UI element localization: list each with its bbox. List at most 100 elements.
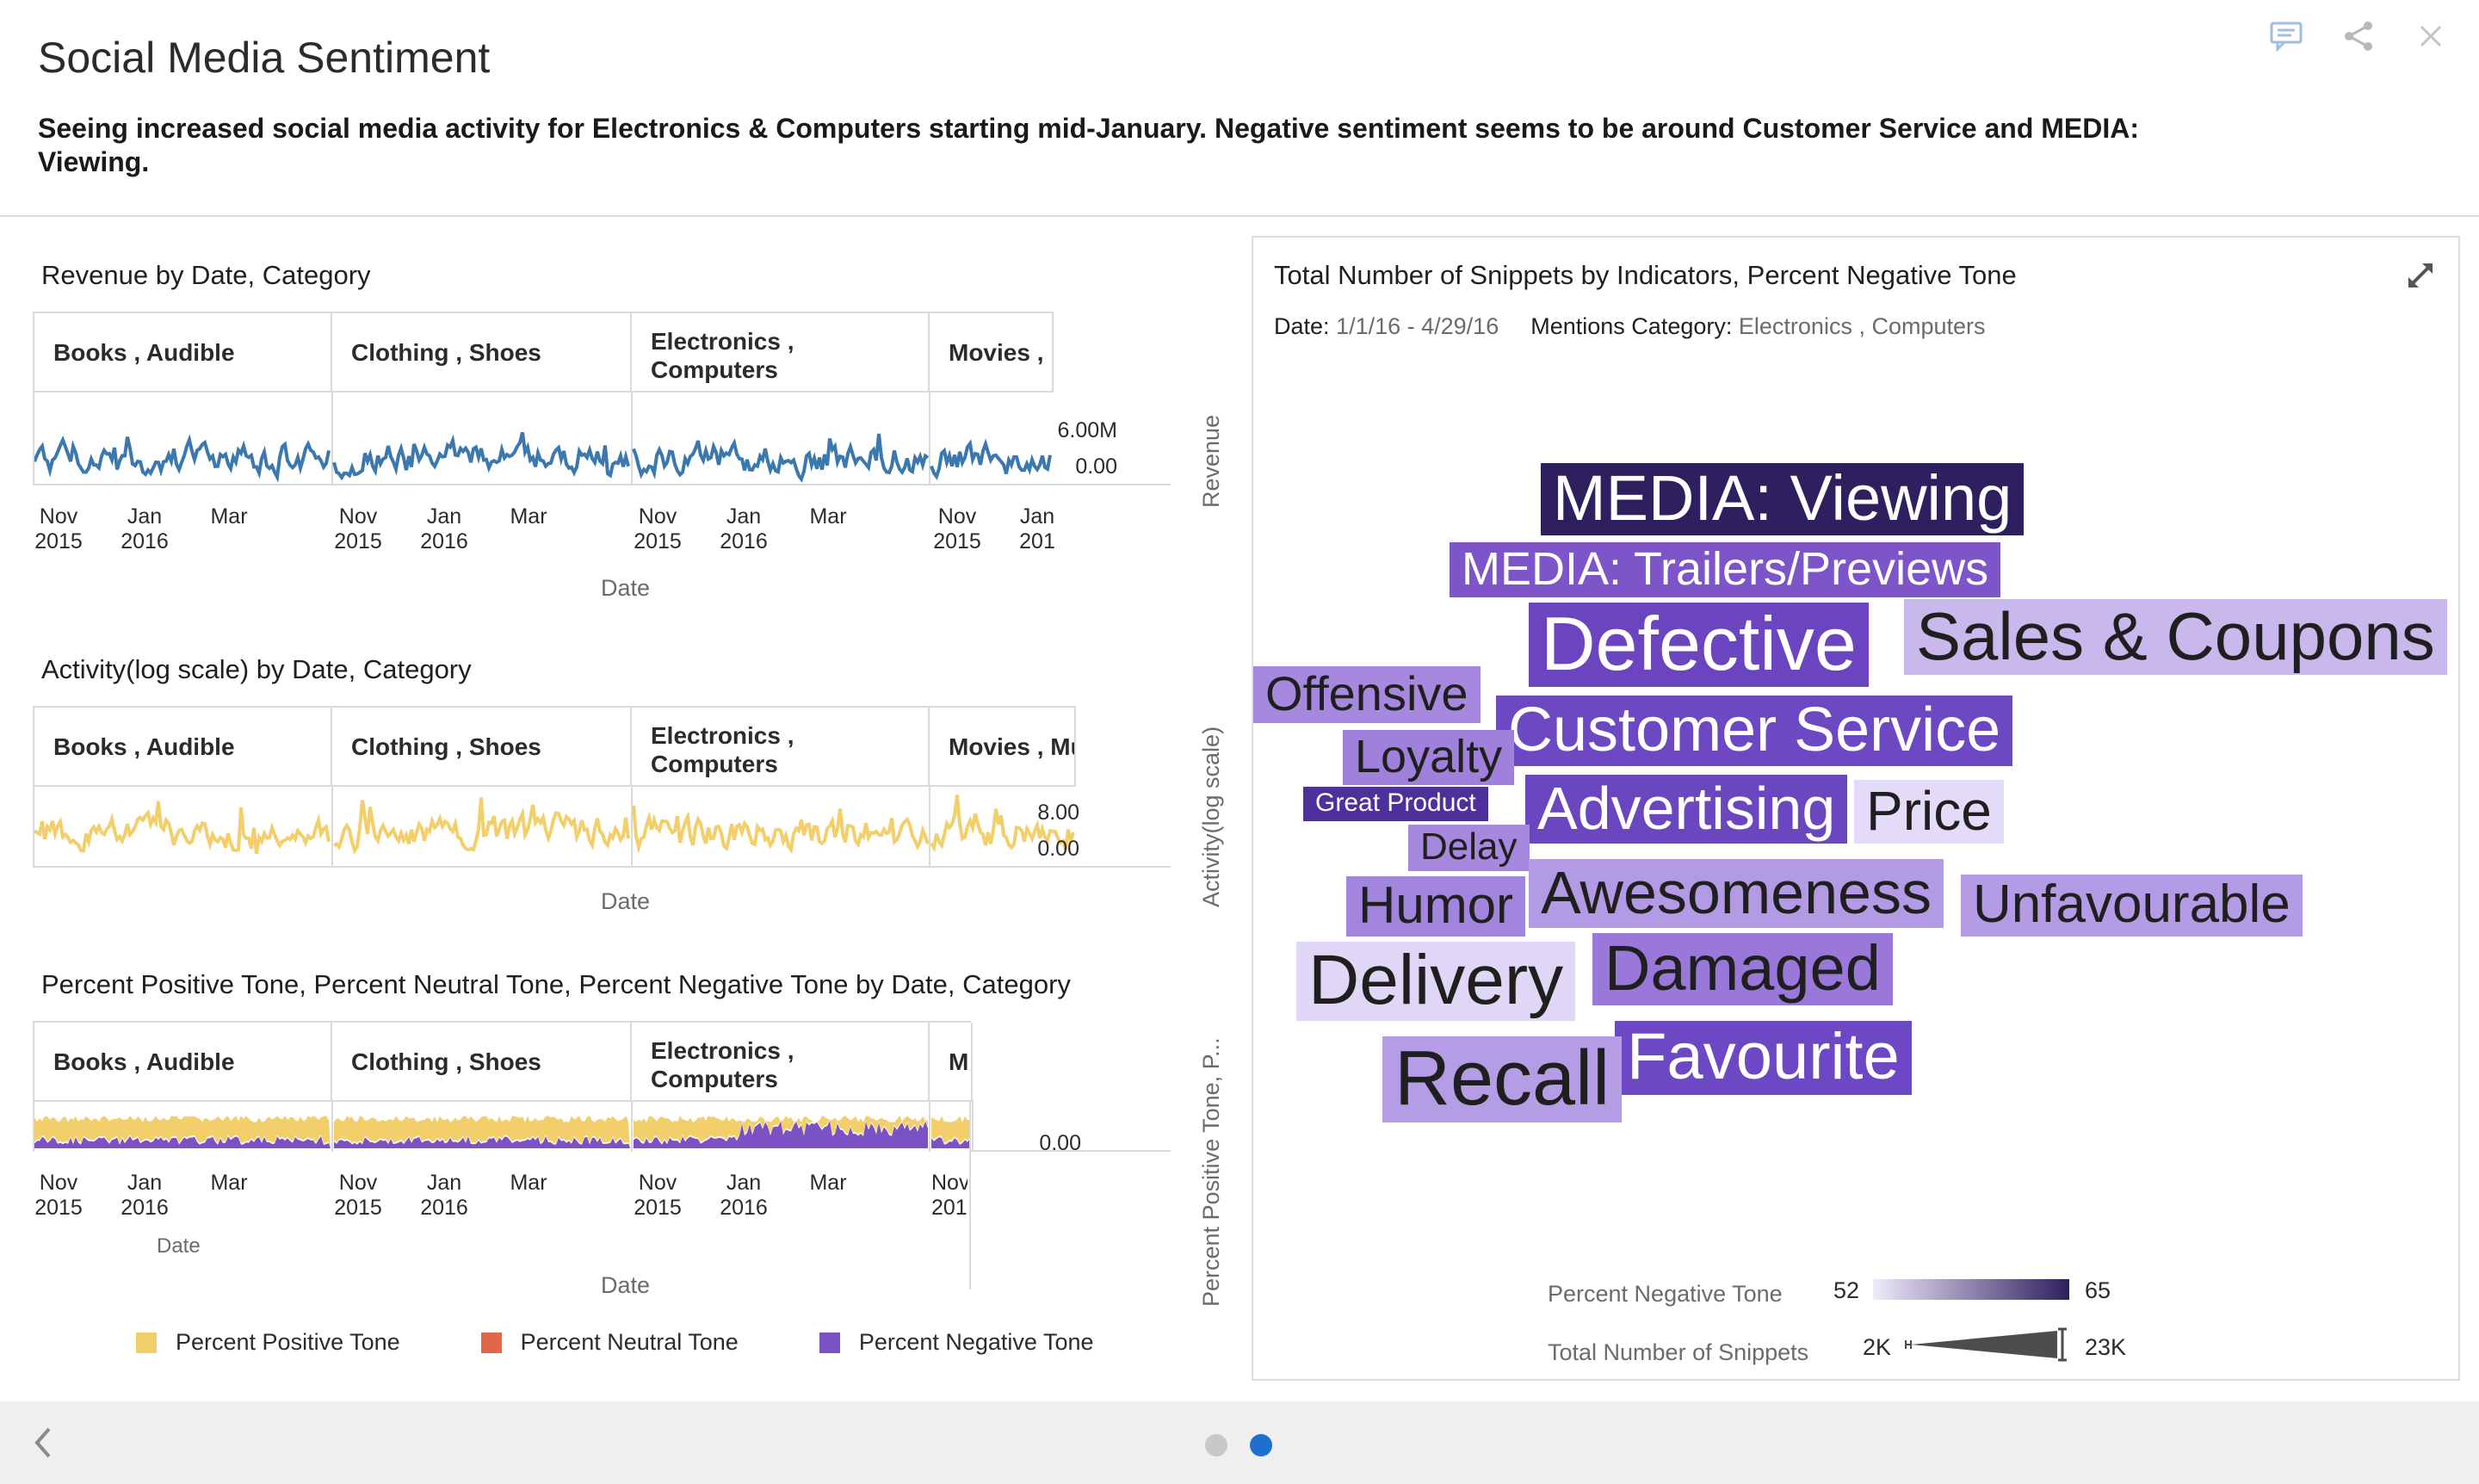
back-button[interactable] xyxy=(22,1422,64,1463)
wordcloud-word[interactable]: Favourite xyxy=(1615,1021,1912,1095)
page-indicator xyxy=(1205,1434,1272,1456)
category-header: Clothing , Shoes xyxy=(332,1023,632,1102)
tone-y-axis-title: Percent Positive Tone, P... xyxy=(1198,1037,1224,1307)
series-line xyxy=(34,801,331,855)
category-header: Movies , xyxy=(930,313,1054,393)
x-tick: Mar xyxy=(210,1171,248,1195)
revenue-category-headers: Books , Audible Clothing , Shoes Electro… xyxy=(33,312,1054,393)
wordcloud-word[interactable]: Customer Service xyxy=(1496,696,2013,766)
expand-icon[interactable] xyxy=(2402,257,2439,294)
x-tick: Mar xyxy=(210,504,248,529)
legend-swatch xyxy=(480,1332,502,1353)
revenue-chart-title: Revenue by Date, Category xyxy=(41,260,371,290)
activity-category-headers: Books , Audible Clothing , Shoes Electro… xyxy=(33,706,1076,787)
x-tick: Jan 2016 xyxy=(720,1171,768,1220)
wordcloud-word[interactable]: Damaged xyxy=(1592,933,1893,1005)
revenue-plot[interactable] xyxy=(33,391,1171,485)
wordcloud-word[interactable]: Great Product xyxy=(1303,787,1488,821)
wordcloud-word[interactable]: Price xyxy=(1854,780,2004,844)
wordcloud-word[interactable]: MEDIA: Viewing xyxy=(1541,463,2025,535)
color-legend-max: 65 xyxy=(2085,1277,2111,1303)
x-tick: Nov2015 xyxy=(634,1171,682,1220)
page-dot[interactable] xyxy=(1250,1434,1272,1456)
page-dot[interactable] xyxy=(1205,1434,1227,1456)
x-axis-title: Date xyxy=(601,888,651,914)
x-tick: Nov2015 xyxy=(34,504,83,553)
x-tick: Nov2015 xyxy=(931,1171,967,1220)
x-tick: Mar xyxy=(510,504,547,529)
activity-y-axis-title: Activity(log scale) xyxy=(1198,726,1224,907)
series-line xyxy=(632,433,930,483)
category-header: Electronics , Computers xyxy=(632,708,930,787)
legend-swatch xyxy=(819,1332,840,1353)
share-icon[interactable] xyxy=(2340,17,2377,55)
x-tick: Nov2015 xyxy=(933,504,981,553)
page-title: Social Media Sentiment xyxy=(38,34,491,82)
filter-value[interactable]: 1/1/16 - 4/29/16 xyxy=(1336,313,1499,339)
filter-value[interactable]: Electronics , Computers xyxy=(1739,313,1986,339)
size-legend-max: 23K xyxy=(2085,1334,2127,1360)
size-legend-label: Total Number of Snippets xyxy=(1548,1339,1809,1365)
x-tick: Nov2015 xyxy=(34,1171,83,1220)
legend-item[interactable]: Percent Neutral Tone xyxy=(480,1329,739,1356)
color-legend-ramp xyxy=(1873,1279,2069,1300)
tone-chart: Books , Audible Clothing , Shoes Electro… xyxy=(33,1021,1171,1305)
x-axis-title: Date xyxy=(601,575,651,601)
category-header: M xyxy=(930,1023,973,1102)
y-tick: 0.00 xyxy=(1075,454,1117,479)
x-tick: Jan 2016 xyxy=(420,504,468,553)
category-header: Clothing , Shoes xyxy=(332,708,632,787)
x-tick: Mar xyxy=(809,1171,847,1195)
wordcloud-filters: Date: 1/1/16 - 4/29/16 Mentions Category… xyxy=(1274,313,1986,340)
close-icon[interactable] xyxy=(2412,17,2450,55)
revenue-chart: Books , Audible Clothing , Shoes Electro… xyxy=(33,312,1171,639)
tone-legend: Percent Positive Tone Percent Neutral To… xyxy=(136,1329,1094,1356)
category-header: Books , Audible xyxy=(34,1023,332,1102)
category-header: Electronics , Computers xyxy=(632,1023,930,1102)
wordcloud-title: Total Number of Snippets by Indicators, … xyxy=(1274,260,2017,290)
color-legend-min: 52 xyxy=(1833,1277,1860,1303)
x-tick: Nov2015 xyxy=(334,1171,382,1220)
wordcloud-word[interactable]: Defective xyxy=(1529,603,1869,687)
x-tick: Jan 2016 xyxy=(420,1171,468,1220)
wordcloud-word[interactable]: Delivery xyxy=(1296,942,1576,1021)
wordcloud-word[interactable]: Advertising xyxy=(1525,775,1848,844)
wordcloud-word[interactable]: Awesomeness xyxy=(1529,859,1944,928)
wordcloud-card: Total Number of Snippets by Indicators, … xyxy=(1252,236,2460,1381)
footer-bar xyxy=(0,1401,2479,1484)
revenue-y-axis-title: Revenue xyxy=(1198,414,1224,508)
x-tick: Jan 2016 xyxy=(720,504,768,553)
comment-icon[interactable] xyxy=(2267,17,2305,55)
legend-item[interactable]: Percent Positive Tone xyxy=(136,1329,400,1356)
series-line xyxy=(34,434,331,483)
x-tick: Nov2015 xyxy=(334,504,382,553)
wordcloud-word[interactable]: Loyalty xyxy=(1343,730,1515,785)
color-legend-label: Percent Negative Tone xyxy=(1548,1281,1783,1307)
x-axis-title: Date xyxy=(601,1272,651,1298)
series-line xyxy=(632,805,930,855)
category-header: Movies , Mu xyxy=(930,708,1076,787)
category-header: Clothing , Shoes xyxy=(332,313,632,393)
wordcloud-word[interactable]: Offensive xyxy=(1253,666,1481,723)
tone-category-headers: Books , Audible Clothing , Shoes Electro… xyxy=(33,1021,973,1102)
wordcloud-word[interactable]: Unfavourable xyxy=(1961,875,2303,937)
wordcloud-word[interactable]: Recall xyxy=(1382,1036,1623,1122)
wordcloud-word[interactable]: Delay xyxy=(1408,825,1530,871)
top-actions xyxy=(2267,17,2450,55)
wordcloud-word[interactable]: Humor xyxy=(1346,876,1526,937)
series-line xyxy=(332,431,630,481)
filter-label: Mentions Category: xyxy=(1530,313,1733,339)
y-tick: 0.00 xyxy=(1037,837,1079,861)
inner-x-axis-title: Date xyxy=(157,1234,201,1258)
series-line xyxy=(333,797,630,855)
wordcloud-word[interactable]: Sales & Coupons xyxy=(1904,599,2447,675)
page-description: Seeing increased social media activity f… xyxy=(38,113,2140,177)
category-header: Books , Audible xyxy=(34,708,332,787)
wordcloud-word[interactable]: MEDIA: Trailers/Previews xyxy=(1450,542,2001,597)
category-header: Electronics , Computers xyxy=(632,313,930,393)
y-tick: 6.00M xyxy=(1057,418,1117,442)
dashboard-header: Social Media Sentiment Seeing increased … xyxy=(0,0,2479,217)
x-tick: Mar xyxy=(809,504,847,529)
y-tick: 8.00 xyxy=(1037,801,1079,825)
legend-item[interactable]: Percent Negative Tone xyxy=(819,1329,1094,1356)
